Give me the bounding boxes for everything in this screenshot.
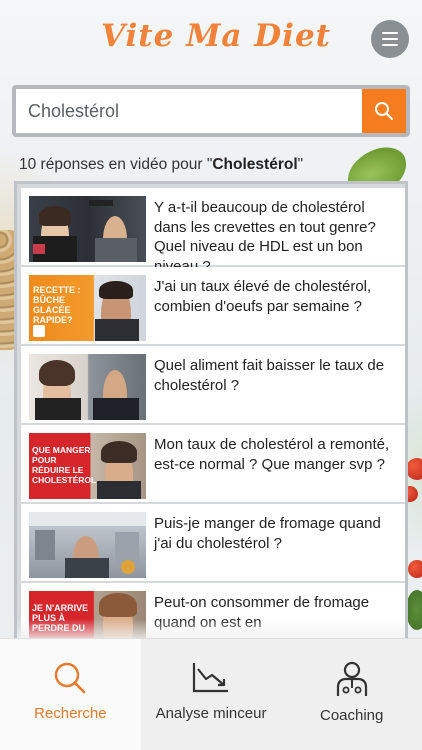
video-title: Puis-je manger de fromage quand j'ai du … (154, 515, 381, 552)
thumbnail-text: Recette : bûche glacée rapide? (33, 285, 81, 325)
video-list: Y a-t-il beaucoup de cholestérol dans le… (14, 181, 408, 641)
app-logo: Vite Ma Diet (100, 18, 331, 54)
tab-coaching[interactable]: Coaching (281, 639, 422, 750)
search-bar (12, 85, 410, 137)
search-button[interactable] (362, 89, 406, 133)
video-title: Quel aliment fait baisser le taux de cho… (154, 357, 385, 394)
tab-label: Analyse minceur (155, 705, 267, 722)
search-input[interactable] (16, 89, 362, 133)
tab-recherche[interactable]: Recherche (0, 639, 141, 750)
video-thumbnail[interactable]: Recette : bûche glacée rapide? (29, 275, 146, 341)
thumbnail-text: Que manger pour réduire le cholestérol (32, 445, 97, 485)
video-list-item[interactable]: Recette : bûche glacée rapide? J'ai un t… (21, 267, 405, 344)
menu-button[interactable] (371, 20, 409, 58)
search-term: Cholestérol (212, 156, 298, 173)
background-greens (406, 590, 422, 630)
chart-icon (192, 663, 228, 693)
tab-bar: Recherche Analyse minceur Coaching (0, 638, 422, 750)
hamburger-icon (382, 32, 398, 34)
video-list-item[interactable]: Y a-t-il beaucoup de cholestérol dans le… (21, 188, 405, 275)
video-title: Mon taux de cholestérol a remonté, est-c… (154, 436, 390, 473)
video-title: J'ai un taux élevé de cholestérol, combi… (154, 278, 372, 315)
result-count: 10 réponses en vidéo pour "Cholestérol" (19, 156, 304, 173)
tab-label: Recherche (34, 705, 107, 722)
coach-icon (336, 661, 367, 696)
video-list-item[interactable]: Quel aliment fait baisser le taux de cho… (21, 346, 405, 423)
video-thumbnail[interactable] (29, 512, 146, 578)
search-icon (55, 662, 86, 694)
background-tomato (406, 458, 422, 480)
video-title: Y a-t-il beaucoup de cholestérol dans le… (154, 199, 376, 275)
search-icon (375, 102, 393, 120)
video-list-item[interactable]: Que manger pour réduire le cholestérol M… (21, 425, 405, 502)
video-thumbnail[interactable] (29, 196, 146, 262)
background-tomato (408, 560, 422, 578)
tab-label: Coaching (319, 707, 384, 724)
video-thumbnail[interactable] (29, 354, 146, 420)
video-list-item[interactable]: Puis-je manger de fromage quand j'ai du … (21, 504, 405, 581)
tab-analyse-minceur[interactable]: Analyse minceur (141, 639, 282, 750)
video-thumbnail[interactable]: Que manger pour réduire le cholestérol (29, 433, 146, 499)
